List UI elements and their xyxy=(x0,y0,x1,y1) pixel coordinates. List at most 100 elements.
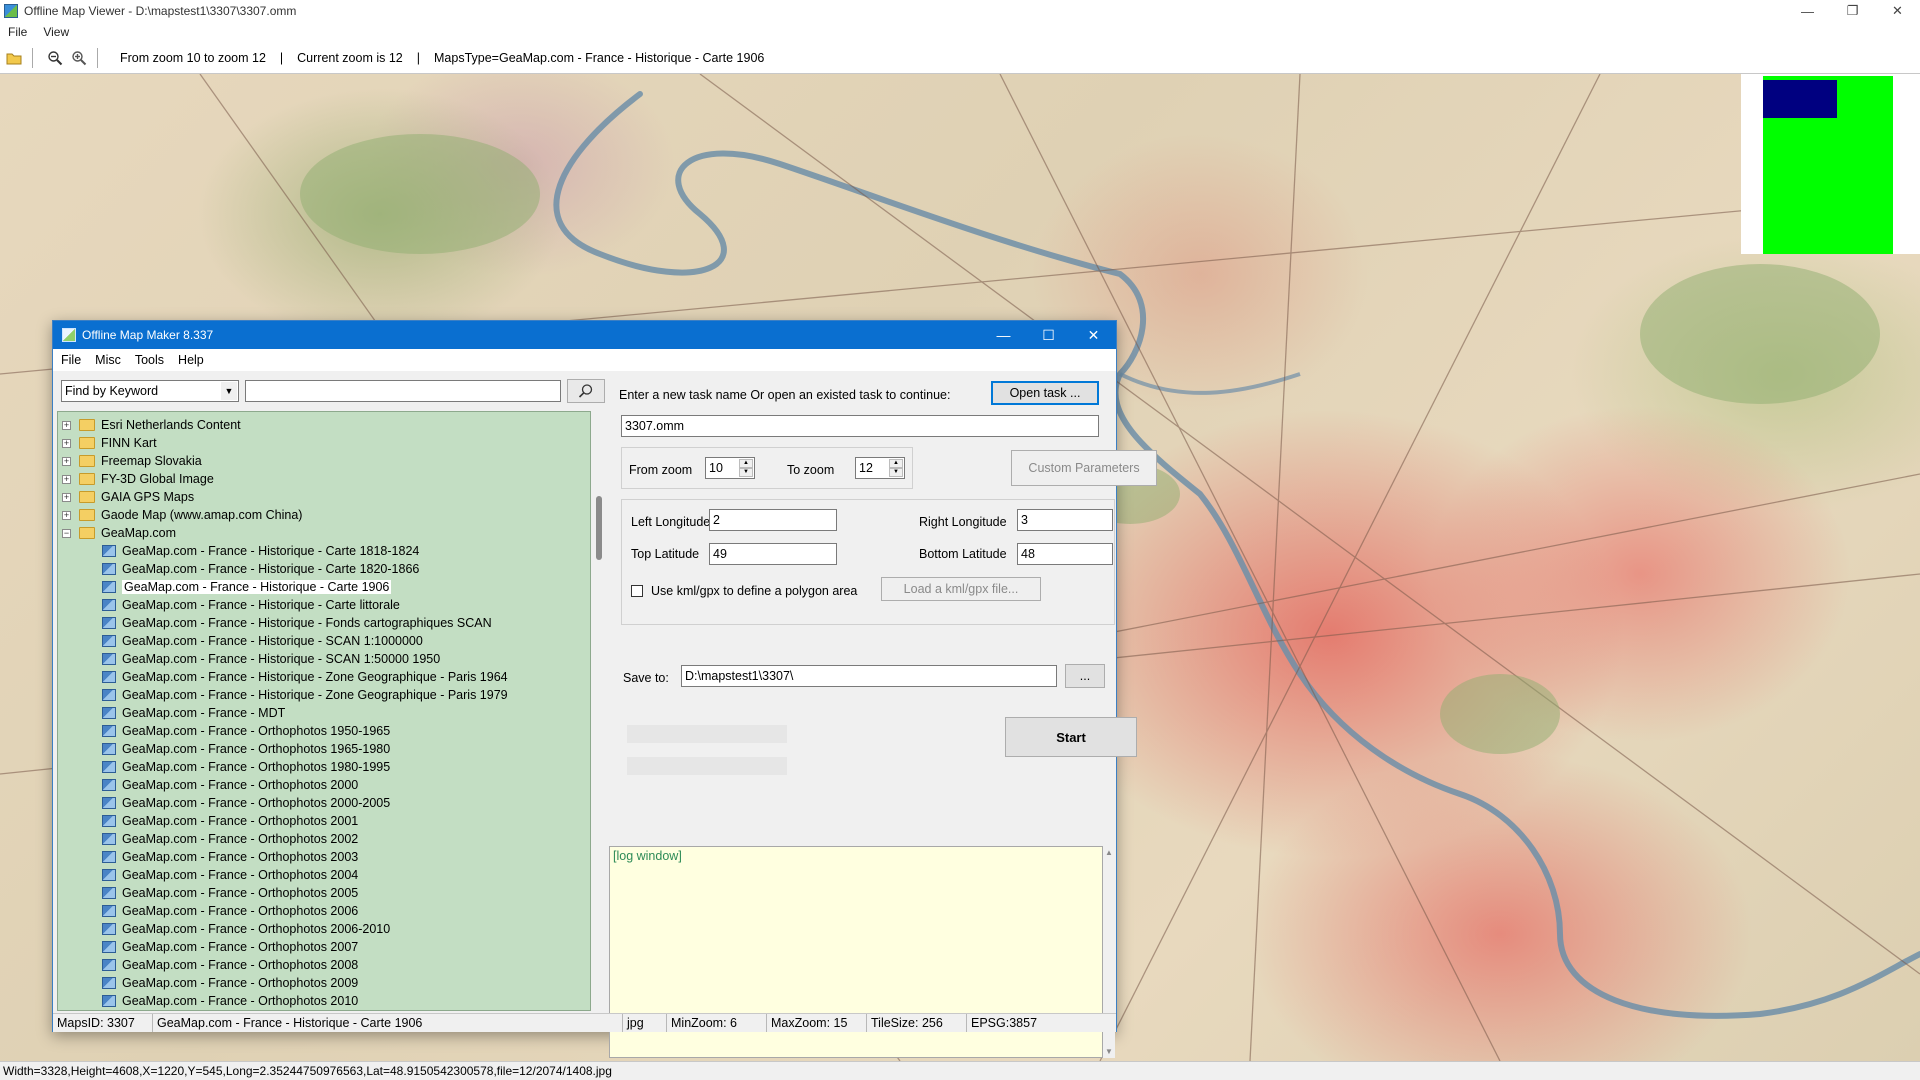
tree-map-item[interactable]: GeaMap.com - France - Historique - Carte… xyxy=(102,542,419,560)
tree-folder-item[interactable]: + GAIA GPS Maps xyxy=(62,488,194,506)
tree-map-item[interactable]: GeaMap.com - France - Orthophotos 2010 xyxy=(102,992,358,1010)
task-name-input[interactable]: 3307.omm xyxy=(621,415,1099,437)
from-zoom-stepper[interactable]: 10 ▲ ▼ xyxy=(705,457,755,479)
tree-scrollbar[interactable] xyxy=(592,411,607,1011)
tree-map-item[interactable]: GeaMap.com - France - Historique - SCAN … xyxy=(102,632,423,650)
menu-view[interactable]: View xyxy=(35,25,77,39)
tree-map-item[interactable]: GeaMap.com - France - Orthophotos 1980-1… xyxy=(102,758,390,776)
use-kml-checkbox[interactable] xyxy=(631,585,643,597)
tree-map-item[interactable]: GeaMap.com - France - Historique - Carte… xyxy=(102,578,392,596)
tree-folder-item[interactable]: + Esri Netherlands Content xyxy=(62,416,241,434)
expand-icon[interactable]: + xyxy=(62,510,71,520)
menu-file[interactable]: File xyxy=(0,25,35,39)
tree-map-item[interactable]: GeaMap.com - France - Historique - Fonds… xyxy=(102,614,492,632)
scroll-up-icon[interactable]: ▲ xyxy=(1105,848,1113,857)
left-longitude-input[interactable]: 2 xyxy=(709,509,837,531)
dialog-menu-help[interactable]: Help xyxy=(170,353,210,367)
expand-icon[interactable]: + xyxy=(62,456,71,466)
tree-map-item[interactable]: GeaMap.com - France - Orthophotos 2003 xyxy=(102,848,358,866)
tree-map-item[interactable]: GeaMap.com - France - Orthophotos 2001 xyxy=(102,812,358,830)
to-zoom-down-icon[interactable]: ▼ xyxy=(889,468,903,477)
map-layer-icon xyxy=(102,869,116,881)
map-layer-icon xyxy=(102,743,116,755)
expand-icon[interactable]: + xyxy=(62,492,71,502)
tree-map-item[interactable]: GeaMap.com - France - Orthophotos 2000-2… xyxy=(102,794,390,812)
tree-folder-item[interactable]: − GeaMap.com xyxy=(62,524,176,542)
open-task-button[interactable]: Open task ... xyxy=(991,381,1099,405)
save-to-input[interactable]: D:\mapstest1\3307\ xyxy=(681,665,1057,687)
dialog-titlebar[interactable]: Offline Map Maker 8.337 — ☐ ✕ xyxy=(53,321,1116,349)
dialog-close-button[interactable]: ✕ xyxy=(1071,321,1116,349)
from-zoom-up-icon[interactable]: ▲ xyxy=(739,459,753,468)
maps-type-text: MapsType=GeaMap.com - France - Historiqu… xyxy=(434,50,765,65)
tree-folder-item[interactable]: + FINN Kart xyxy=(62,434,157,452)
tree-map-item[interactable]: GeaMap.com - France - Orthophotos 2000 xyxy=(102,776,358,794)
search-input[interactable] xyxy=(245,380,561,402)
tree-map-item[interactable]: GeaMap.com - France - Orthophotos 1965-1… xyxy=(102,740,390,758)
to-zoom-stepper[interactable]: 12 ▲ ▼ xyxy=(855,457,905,479)
tree-map-item[interactable]: GeaMap.com - France - MDT xyxy=(102,704,285,722)
tree-item-label: GeaMap.com - France - Orthophotos 1965-1… xyxy=(122,742,391,756)
tree-map-item[interactable]: GeaMap.com - France - Historique - SCAN … xyxy=(102,650,440,668)
start-button[interactable]: Start xyxy=(1005,717,1137,757)
find-mode-select[interactable]: Find by Keyword ▼ xyxy=(61,380,239,402)
dialog-maximize-button[interactable]: ☐ xyxy=(1026,321,1071,349)
overview-map[interactable] xyxy=(1741,74,1920,254)
dialog-minimize-button[interactable]: — xyxy=(981,321,1026,349)
tree-map-item[interactable]: GeaMap.com - France - Historique - Carte… xyxy=(102,596,400,614)
bottom-latitude-input[interactable]: 48 xyxy=(1017,543,1113,565)
status-tile-size: TileSize: 256 xyxy=(867,1014,967,1032)
tree-map-item[interactable]: GeaMap.com - France - Historique - Zone … xyxy=(102,686,508,704)
expand-icon[interactable]: + xyxy=(62,420,71,430)
to-zoom-up-icon[interactable]: ▲ xyxy=(889,459,903,468)
map-layer-icon xyxy=(102,905,116,917)
dialog-menubar: File Misc Tools Help xyxy=(53,349,1116,371)
tree-map-item[interactable]: GeaMap.com - France - Orthophotos 2004 xyxy=(102,866,358,884)
dialog-menu-file[interactable]: File xyxy=(53,353,87,367)
tree-scrollbar-thumb[interactable] xyxy=(596,496,602,560)
tree-folder-item[interactable]: + Gaode Map (www.amap.com China) xyxy=(62,506,302,524)
tree-map-item[interactable]: GeaMap.com - France - Orthophotos 2006-2… xyxy=(102,920,390,938)
tree-map-item[interactable]: GeaMap.com - France - Orthophotos 2005 xyxy=(102,884,358,902)
close-button[interactable]: ✕ xyxy=(1875,0,1920,22)
from-zoom-down-icon[interactable]: ▼ xyxy=(739,468,753,477)
minimize-button[interactable]: — xyxy=(1785,0,1830,22)
tree-map-item[interactable]: GeaMap.com - France - Historique - Zone … xyxy=(102,668,508,686)
expand-icon[interactable]: + xyxy=(62,438,71,448)
tree-map-item[interactable]: GeaMap.com - France - Orthophotos 2008 xyxy=(102,956,358,974)
top-latitude-input[interactable]: 49 xyxy=(709,543,837,565)
map-layer-icon xyxy=(102,581,116,593)
tree-map-item[interactable]: GeaMap.com - France - Orthophotos 2006 xyxy=(102,902,358,920)
map-layer-icon xyxy=(102,635,116,647)
tree-map-item[interactable]: GeaMap.com - France - Historique - Carte… xyxy=(102,560,419,578)
tree-folder-item[interactable]: + Freemap Slovakia xyxy=(62,452,202,470)
progress-bar-total xyxy=(627,725,787,743)
tree-folder-item[interactable]: + FY-3D Global Image xyxy=(62,470,214,488)
map-source-tree[interactable]: + Esri Netherlands Content + FINN Kart + Free… xyxy=(57,411,591,1011)
scroll-down-icon[interactable]: ▼ xyxy=(1105,1047,1113,1056)
tree-item-label: GeaMap.com - France - Historique - Carte… xyxy=(122,598,400,612)
collapse-icon[interactable]: − xyxy=(62,528,71,538)
custom-parameters-button[interactable]: Custom Parameters xyxy=(1011,450,1157,486)
main-titlebar: Offline Map Viewer - D:\mapstest1\3307\3… xyxy=(0,0,1920,22)
zoom-in-icon[interactable] xyxy=(69,48,89,68)
dialog-menu-misc[interactable]: Misc xyxy=(87,353,127,367)
overview-viewport[interactable] xyxy=(1763,80,1837,118)
tree-map-item[interactable]: GeaMap.com - France - Orthophotos 2009 xyxy=(102,974,358,992)
search-button[interactable] xyxy=(567,379,605,403)
browse-button[interactable]: ... xyxy=(1065,664,1105,688)
restore-button[interactable]: ❐ xyxy=(1830,0,1875,22)
dialog-menu-tools[interactable]: Tools xyxy=(127,353,170,367)
chevron-down-icon[interactable]: ▼ xyxy=(221,382,237,400)
open-folder-icon[interactable] xyxy=(4,48,24,68)
tree-map-item[interactable]: GeaMap.com - France - Orthophotos 2007 xyxy=(102,938,358,956)
load-kml-button[interactable]: Load a kml/gpx file... xyxy=(881,577,1041,601)
right-longitude-input[interactable]: 3 xyxy=(1017,509,1113,531)
tree-map-item[interactable]: GeaMap.com - France - Orthophotos 2002 xyxy=(102,830,358,848)
main-window-title: Offline Map Viewer - D:\mapstest1\3307\3… xyxy=(24,4,297,18)
zoom-out-icon[interactable] xyxy=(45,48,65,68)
tree-map-item[interactable]: GeaMap.com - France - Orthophotos 1950-1… xyxy=(102,722,390,740)
expand-icon[interactable]: + xyxy=(62,474,71,484)
tree-item-label: GeaMap.com - France - Orthophotos 2004 xyxy=(122,868,359,882)
dialog-app-icon xyxy=(62,328,76,342)
